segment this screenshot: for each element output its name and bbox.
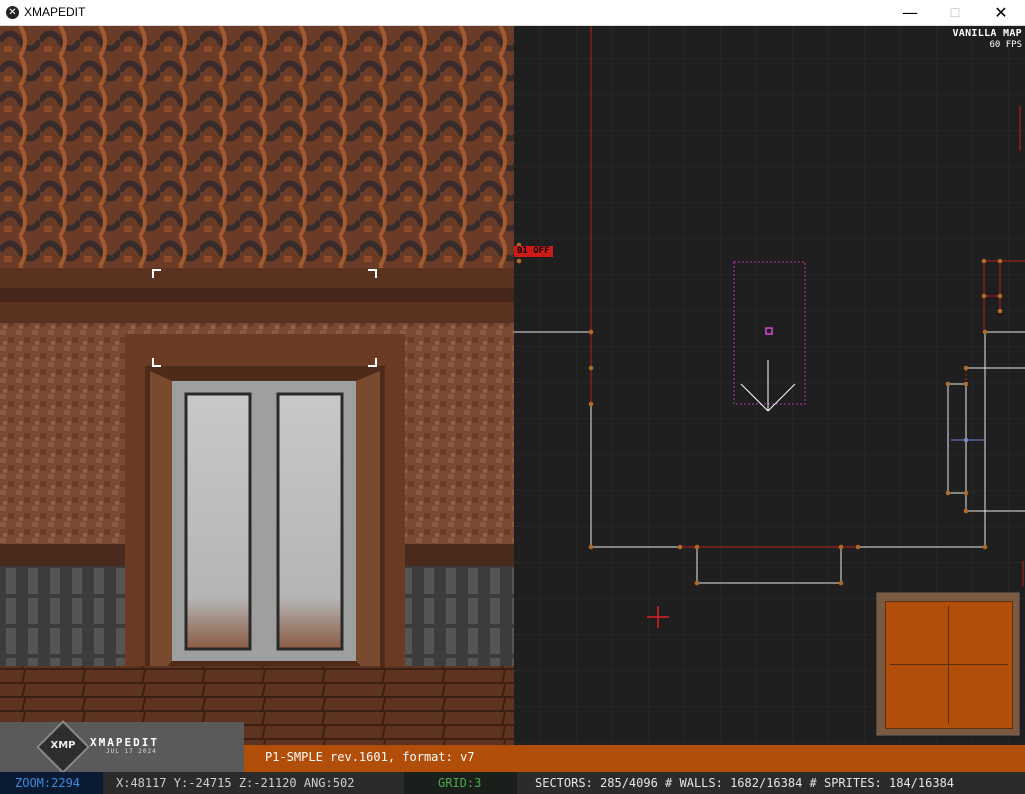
title-bar: ✕ XMAPEDIT — ☐ ✕ <box>0 0 1025 26</box>
preview-crosshair-h <box>890 664 1008 665</box>
fps-counter: 60 FPS <box>989 40 1022 50</box>
maximize-button[interactable]: ☐ <box>932 0 978 26</box>
build-date: JUL 17 2024 <box>106 748 157 755</box>
window-title: XMAPEDIT <box>24 5 86 19</box>
3d-scene <box>0 26 514 746</box>
zoom-text: ZOOM:2294 <box>15 776 81 790</box>
3d-viewport[interactable] <box>0 26 514 746</box>
brand-panel: XMP XMAPEDIT JUL 17 2024 <box>0 720 244 774</box>
zoom-indicator[interactable]: ZOOM:2294 <box>0 772 103 794</box>
texture-swatch <box>885 601 1013 729</box>
2d-map-view[interactable]: VANILLA MAP 60 FPS 01 OFF <box>514 26 1025 746</box>
grid-indicator[interactable]: GRID:3 <box>404 772 517 794</box>
map-info-bar: P1-SMPLE rev.1601, format: v7 <box>244 745 1025 772</box>
minimize-button[interactable]: — <box>887 0 933 26</box>
status-bar: ZOOM:2294 X:48117 Y:-24715 Z:-21120 ANG:… <box>0 772 1025 794</box>
app-logo-icon: ✕ <box>6 6 19 19</box>
grid-text: GRID:3 <box>438 776 482 790</box>
map-name-text: P1-SMPLE rev.1601, format: v7 <box>265 750 475 764</box>
map-mode-label: VANILLA MAP <box>952 28 1022 39</box>
preview-crosshair-v <box>948 606 949 724</box>
object-counts: SECTORS: 285/4096 # WALLS: 1682/16384 # … <box>535 776 955 790</box>
logo-text: XMP <box>50 740 76 751</box>
coordinates-readout: X:48117 Y:-24715 Z:-21120 ANG:502 <box>116 776 355 790</box>
close-button[interactable]: ✕ <box>978 0 1024 26</box>
marker-tag: 01 OFF <box>514 246 553 257</box>
texture-preview <box>876 592 1020 736</box>
